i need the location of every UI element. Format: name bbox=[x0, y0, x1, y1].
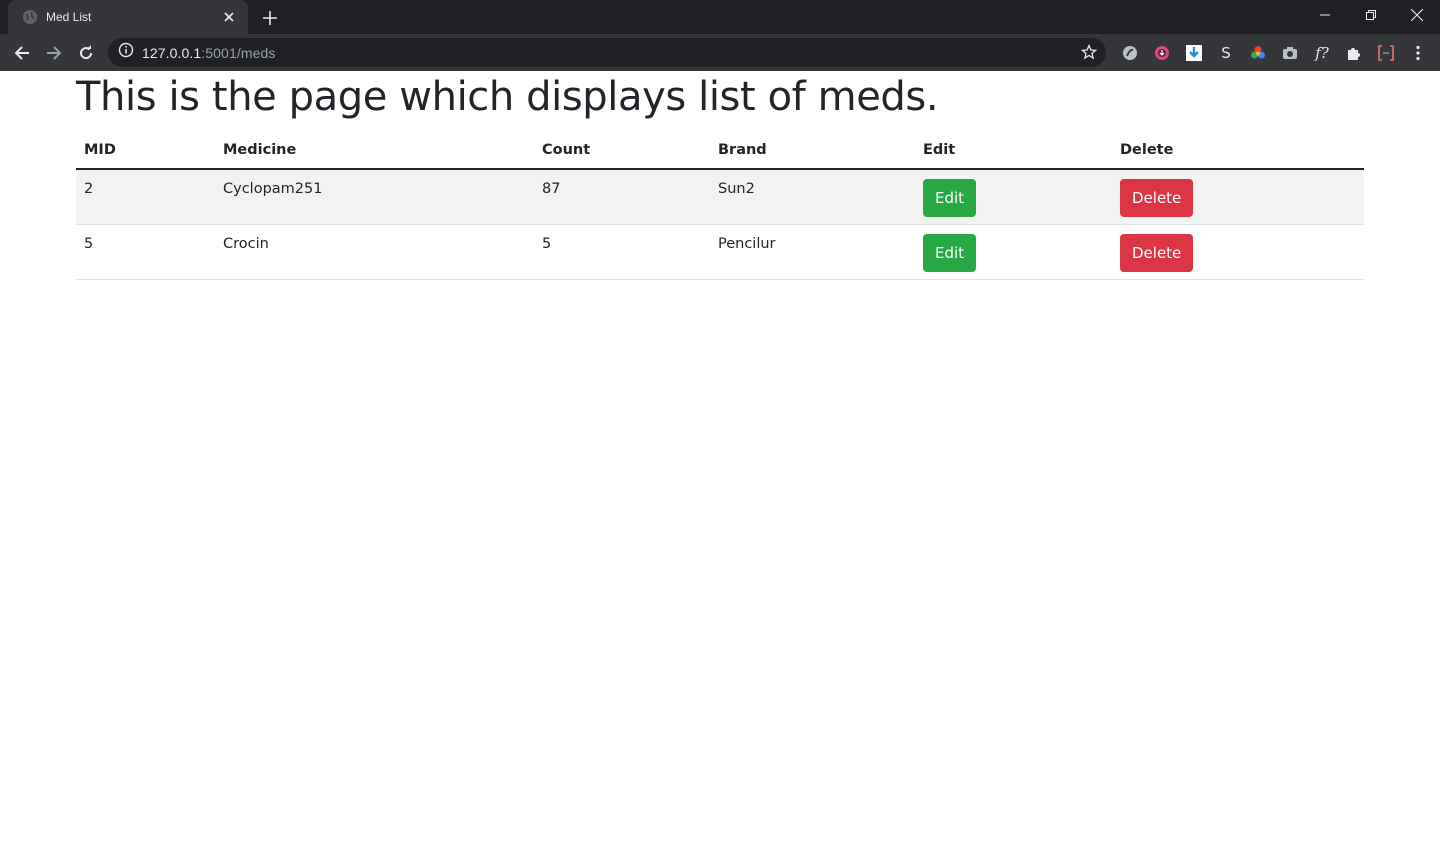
ext-function-icon[interactable]: f? bbox=[1306, 39, 1338, 67]
ext-record-icon[interactable] bbox=[1146, 39, 1178, 67]
table-row: 5 Crocin 5 Pencilur Edit Delete bbox=[76, 223, 1364, 280]
restore-icon[interactable] bbox=[1348, 0, 1394, 30]
browser-tab[interactable]: Med List bbox=[8, 0, 248, 34]
cell-edit: Edit bbox=[915, 168, 1112, 224]
ext-color-icon[interactable] bbox=[1242, 39, 1274, 67]
ext-bracket-icon[interactable] bbox=[1370, 39, 1402, 67]
cell-medicine: Cyclopam251 bbox=[215, 168, 534, 224]
cell-mid: 5 bbox=[76, 223, 215, 280]
cell-delete: Delete bbox=[1112, 223, 1364, 280]
header-edit: Edit bbox=[915, 131, 1112, 170]
cell-edit: Edit bbox=[915, 223, 1112, 280]
cell-count: 87 bbox=[534, 168, 710, 224]
close-window-icon[interactable] bbox=[1394, 0, 1440, 30]
browser-chrome: Med List 127.0.0.1:5001/meds S f? bbox=[0, 0, 1440, 71]
minimize-icon[interactable] bbox=[1302, 0, 1348, 30]
reload-icon[interactable] bbox=[72, 39, 100, 67]
browser-toolbar: 127.0.0.1:5001/meds S f? bbox=[0, 34, 1440, 71]
edit-button[interactable]: Edit bbox=[923, 179, 977, 217]
table-header-row: MID Medicine Count Brand Edit Delete bbox=[76, 131, 1364, 170]
extension-bar: S f? bbox=[1114, 34, 1434, 71]
info-icon[interactable] bbox=[118, 42, 134, 63]
cell-brand: Sun2 bbox=[710, 168, 915, 224]
ext-s-icon[interactable] bbox=[1114, 39, 1146, 67]
header-count: Count bbox=[534, 131, 710, 170]
new-tab-button[interactable] bbox=[258, 6, 282, 30]
cell-count: 5 bbox=[534, 223, 710, 280]
cell-delete: Delete bbox=[1112, 168, 1364, 224]
globe-icon bbox=[22, 9, 38, 25]
page-title: This is the page which displays list of … bbox=[76, 74, 939, 120]
main-container: This is the page which displays list of … bbox=[76, 71, 1364, 280]
close-tab-icon[interactable] bbox=[220, 8, 238, 26]
bookmark-star-icon[interactable] bbox=[1080, 43, 1098, 61]
meds-table: MID Medicine Count Brand Edit Delete 2 C… bbox=[76, 131, 1364, 280]
tab-strip: Med List bbox=[0, 0, 1440, 34]
table-row: 2 Cyclopam251 87 Sun2 Edit Delete bbox=[76, 168, 1364, 224]
header-mid: MID bbox=[76, 131, 215, 170]
address-bar[interactable]: 127.0.0.1:5001/meds bbox=[108, 38, 1106, 67]
header-medicine: Medicine bbox=[215, 131, 534, 170]
delete-button[interactable]: Delete bbox=[1120, 233, 1194, 272]
forward-arrow-icon[interactable] bbox=[40, 39, 68, 67]
url-text: 127.0.0.1:5001/meds bbox=[142, 44, 276, 61]
delete-button[interactable]: Delete bbox=[1120, 179, 1194, 217]
menu-icon[interactable] bbox=[1402, 39, 1434, 67]
cell-brand: Pencilur bbox=[710, 223, 915, 280]
cell-mid: 2 bbox=[76, 168, 215, 224]
back-arrow-icon[interactable] bbox=[8, 39, 36, 67]
edit-button[interactable]: Edit bbox=[923, 233, 977, 272]
ext-camera-icon[interactable] bbox=[1274, 39, 1306, 67]
ext-s-letter-icon[interactable]: S bbox=[1210, 39, 1242, 67]
header-delete: Delete bbox=[1112, 131, 1364, 170]
page-content: This is the page which displays list of … bbox=[0, 71, 1440, 860]
cell-medicine: Crocin bbox=[215, 223, 534, 280]
ext-download-icon[interactable] bbox=[1178, 39, 1210, 67]
tab-title: Med List bbox=[46, 10, 92, 24]
puzzle-icon[interactable] bbox=[1338, 39, 1370, 67]
window-controls bbox=[1302, 0, 1440, 30]
header-brand: Brand bbox=[710, 131, 915, 170]
